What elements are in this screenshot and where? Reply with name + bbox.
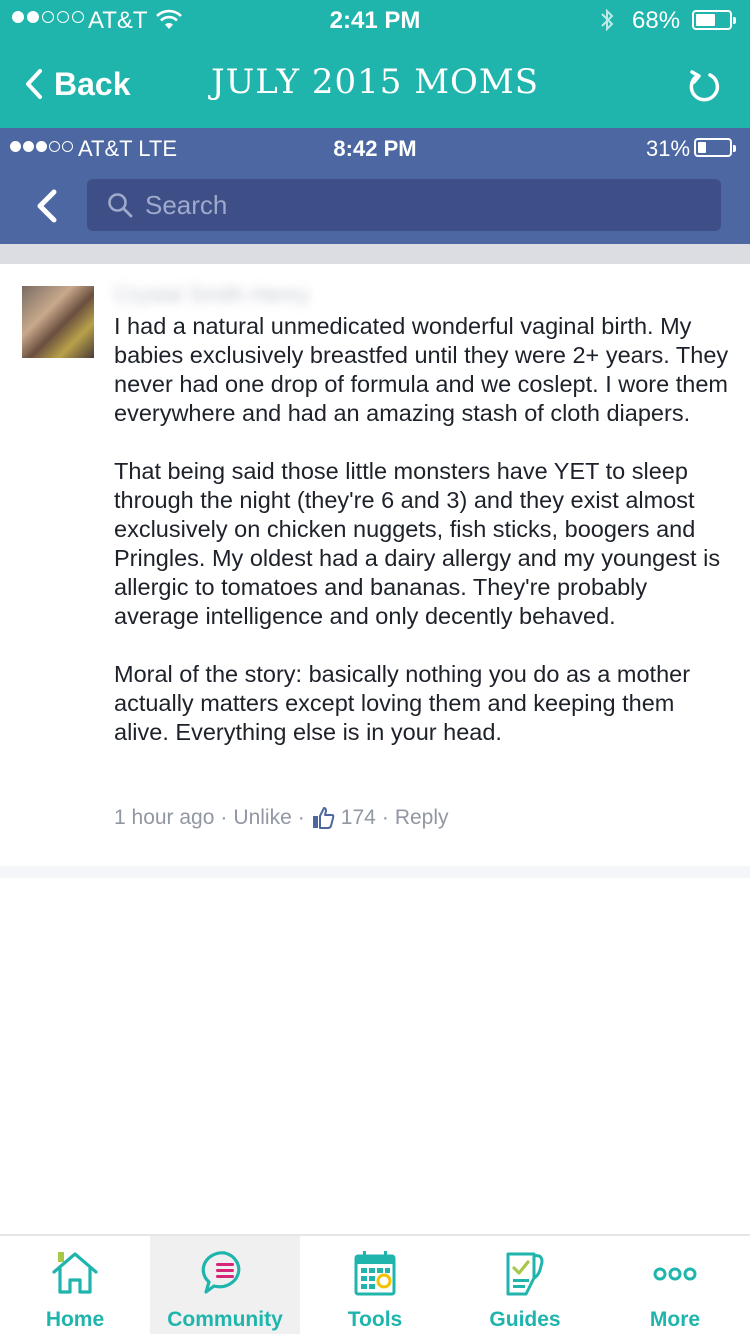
separator: · xyxy=(220,806,228,829)
battery-percent: 68% xyxy=(632,7,681,34)
tab-tools[interactable]: Tools xyxy=(300,1236,450,1334)
battery-icon xyxy=(692,10,736,30)
app-navigation-bar: Back JULY 2015 MOMS xyxy=(0,40,750,128)
comment-body: I had a natural unmedicated wonderful va… xyxy=(114,312,729,776)
embedded-battery-icon xyxy=(694,138,736,157)
embedded-search-field: Search xyxy=(87,179,721,231)
clipboard-icon xyxy=(506,1252,544,1296)
embedded-battery-percent: 31% xyxy=(646,136,691,161)
comment-paragraph: I had a natural unmedicated wonderful va… xyxy=(114,313,729,426)
tab-guides[interactable]: Guides xyxy=(450,1236,600,1334)
comment-author: Crystal Smith Henry xyxy=(114,282,310,307)
comment-meta: 1 hour ago · Unlike · 174 · Reply xyxy=(114,806,449,830)
tab-community[interactable]: Community xyxy=(150,1236,300,1334)
tab-label: More xyxy=(649,1308,701,1331)
separator: · xyxy=(297,806,305,829)
embedded-nav-bar: Search xyxy=(0,168,750,244)
bluetooth-icon xyxy=(600,8,614,39)
embedded-screenshot: AT&T LTE 8:42 PM 31% Search Crystal Smit… xyxy=(0,128,750,878)
search-icon xyxy=(108,193,133,218)
reply-link: Reply xyxy=(394,806,449,829)
page-title: JULY 2015 MOMS xyxy=(210,62,540,102)
unlike-link: Unlike xyxy=(233,806,292,829)
embedded-status-bar: AT&T LTE 8:42 PM 31% xyxy=(0,128,750,168)
avatar xyxy=(22,286,94,358)
divider xyxy=(0,244,750,264)
comment-timestamp: 1 hour ago xyxy=(114,806,215,829)
embedded-status-time: 8:42 PM xyxy=(333,136,417,161)
tab-bar: Home Community Tools Guides More xyxy=(0,1234,750,1334)
comment-paragraph: That being said those little monsters ha… xyxy=(114,458,721,629)
home-icon xyxy=(52,1252,98,1294)
separator: · xyxy=(381,806,389,829)
status-bar: AT&T 2:41 PM 68% xyxy=(0,0,750,40)
thumbs-up-icon xyxy=(312,807,335,829)
divider xyxy=(0,866,750,878)
tab-label: Guides xyxy=(489,1308,561,1331)
tab-label: Community xyxy=(167,1308,283,1331)
tab-home[interactable]: Home xyxy=(0,1236,150,1334)
refresh-icon[interactable] xyxy=(684,66,724,106)
comment: Crystal Smith Henry I had a natural unme… xyxy=(0,264,750,868)
embedded-back-icon xyxy=(30,186,66,226)
chat-bubble-icon xyxy=(201,1251,241,1294)
search-placeholder: Search xyxy=(145,189,228,220)
tab-label: Tools xyxy=(347,1308,403,1331)
tab-label: Home xyxy=(45,1308,105,1331)
more-dots-icon xyxy=(653,1267,697,1281)
tab-more[interactable]: More xyxy=(600,1236,750,1334)
comment-paragraph: Moral of the story: basically nothing yo… xyxy=(114,661,691,745)
calendar-icon xyxy=(354,1251,396,1296)
like-count: 174 xyxy=(340,806,376,829)
